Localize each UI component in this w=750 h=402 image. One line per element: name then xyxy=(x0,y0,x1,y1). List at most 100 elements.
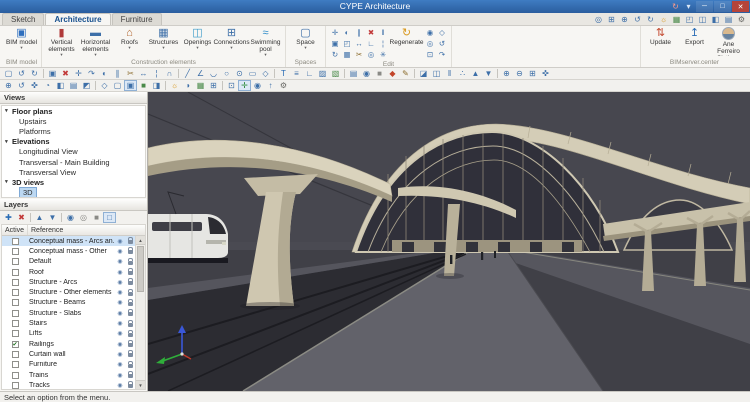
top-view-icon[interactable]: ▤ xyxy=(67,80,80,91)
tree-item-3d-views[interactable]: ▾3D views xyxy=(2,177,145,187)
distribute-icon[interactable]: ∴ xyxy=(456,68,469,79)
layer-visibility-icon[interactable]: ◉ xyxy=(115,351,125,358)
axes-icon[interactable]: ✛ xyxy=(238,80,251,91)
layer-row[interactable]: ✔Railings◉ xyxy=(2,339,135,349)
layer-active-checkbox[interactable] xyxy=(12,269,19,276)
zoom-extents-view-icon[interactable]: ⊕ xyxy=(2,80,15,91)
zoom-region-icon[interactable]: ⊞ xyxy=(526,68,539,79)
rectangle-icon[interactable]: ▭ xyxy=(246,68,259,79)
layer-active-checkbox[interactable] xyxy=(12,238,19,245)
layer-visibility-icon[interactable]: ◉ xyxy=(115,279,125,286)
pan-icon[interactable]: ✜ xyxy=(539,68,552,79)
tree-item-transversal-view[interactable]: Transversal View xyxy=(2,167,145,177)
walkthrough-icon[interactable]: ↑ xyxy=(264,80,277,91)
line-icon[interactable]: ╱ xyxy=(181,68,194,79)
layer-lock-icon[interactable] xyxy=(125,372,135,378)
layer-row[interactable]: Furniture◉ xyxy=(2,360,135,370)
full-screen-icon[interactable]: ⊡ xyxy=(225,80,238,91)
front-view-icon[interactable]: ◧ xyxy=(54,80,67,91)
tab-furniture[interactable]: Furniture xyxy=(112,13,162,25)
hatch-icon[interactable]: ▨ xyxy=(316,68,329,79)
unlock-all-layers-icon[interactable]: □ xyxy=(103,212,116,223)
tab-architecture[interactable]: Architecture xyxy=(45,13,110,25)
layer-active-checkbox[interactable] xyxy=(12,258,19,265)
undo-icon[interactable]: ↺ xyxy=(15,68,28,79)
redraw-icon[interactable]: ↻ xyxy=(644,14,657,25)
layer-visibility-icon[interactable]: ◉ xyxy=(115,330,125,337)
layer-lock-icon[interactable] xyxy=(125,238,135,244)
measure-distance-icon[interactable]: ∟ xyxy=(303,68,316,79)
tree-item-transversal-main-building[interactable]: Transversal - Main Building xyxy=(2,157,145,167)
layer-visibility-icon[interactable]: ◉ xyxy=(115,238,125,245)
settings-icon[interactable]: ⚙ xyxy=(735,14,748,25)
layer-visibility-icon[interactable]: ◉ xyxy=(115,248,125,255)
array-icon[interactable]: ▦ xyxy=(341,49,353,60)
undo-zone-icon[interactable]: ↺ xyxy=(436,38,448,49)
camera-icon[interactable]: ◉ xyxy=(251,80,264,91)
layer-active-checkbox[interactable] xyxy=(12,279,19,286)
lock-icon[interactable]: ■ xyxy=(373,68,386,79)
erase-icon[interactable]: ✖ xyxy=(365,27,377,38)
layer-active-checkbox[interactable] xyxy=(12,330,19,337)
layer-lock-icon[interactable] xyxy=(125,248,135,254)
realistic-mode-icon[interactable]: ■ xyxy=(137,80,150,91)
layer-active-checkbox[interactable] xyxy=(12,248,19,255)
layer-lock-icon[interactable] xyxy=(125,300,135,306)
layer-visibility-icon[interactable]: ◉ xyxy=(115,258,125,265)
layer-row[interactable]: Curtain wall◉ xyxy=(2,349,135,359)
bimserver-sync-icon[interactable]: ↻ xyxy=(669,1,682,12)
layer-row[interactable]: Stairs◉ xyxy=(2,318,135,328)
hide-all-layers-icon[interactable]: ◎ xyxy=(77,212,90,223)
lock-all-layers-icon[interactable]: ■ xyxy=(90,212,103,223)
named-views-icon[interactable]: ◫ xyxy=(696,14,709,25)
align-icon[interactable]: ‖ xyxy=(377,27,389,38)
isometric-view-icon[interactable]: ◩ xyxy=(80,80,93,91)
layer-row[interactable]: Structure - Other elements◉ xyxy=(2,287,135,297)
layer-active-checkbox[interactable] xyxy=(12,361,19,368)
export-button[interactable]: ↥Export xyxy=(678,27,711,46)
tree-item-platforms[interactable]: Platforms xyxy=(2,126,145,136)
layers-scrollbar[interactable]: ▲ ▼ xyxy=(135,236,145,389)
polygon-icon[interactable]: ◇ xyxy=(259,68,272,79)
close-button[interactable]: ✕ xyxy=(732,1,749,12)
split-icon[interactable]: ¦ xyxy=(150,68,163,79)
layer-row[interactable]: Default◉ xyxy=(2,257,135,267)
scale-icon[interactable]: ◰ xyxy=(341,38,353,49)
layers-icon[interactable]: ▤ xyxy=(347,68,360,79)
visibility-icon[interactable]: ◉ xyxy=(360,68,373,79)
layer-row[interactable]: Conceptual mass - Other◉ xyxy=(2,246,135,256)
layer-visibility-icon[interactable]: ◉ xyxy=(115,382,125,389)
group-icon[interactable]: ◪ xyxy=(417,68,430,79)
layer-lock-icon[interactable] xyxy=(125,279,135,285)
add-layer-icon[interactable]: ✚ xyxy=(2,212,15,223)
grid-snap-icon[interactable]: ▤ xyxy=(722,14,735,25)
layer-lock-icon[interactable] xyxy=(125,351,135,357)
layer-row[interactable]: Lifts◉ xyxy=(2,329,135,339)
view-settings-icon[interactable]: ⚙ xyxy=(277,80,290,91)
layer-visibility-icon[interactable]: ◉ xyxy=(115,299,125,306)
layer-row[interactable]: Trains◉ xyxy=(2,370,135,380)
tab-sketch[interactable]: Sketch xyxy=(2,13,44,25)
layer-row[interactable]: Roof◉ xyxy=(2,267,135,277)
offset-icon[interactable]: ∥ xyxy=(353,27,365,38)
space-button[interactable]: ▢Space▾ xyxy=(289,27,322,50)
textures-icon[interactable]: ▦ xyxy=(670,14,683,25)
scrollbar-thumb[interactable] xyxy=(137,246,144,292)
column-header-reference[interactable]: Reference xyxy=(28,225,145,235)
horizontal-elements-button[interactable]: ▬Horizontal elements▾ xyxy=(79,27,112,57)
layer-active-checkbox[interactable] xyxy=(12,351,19,358)
sun-light-icon[interactable]: ☼ xyxy=(168,80,181,91)
layer-row[interactable]: Conceptual mass - Arcs an...◉ xyxy=(2,236,135,246)
layer-active-checkbox[interactable] xyxy=(12,372,19,379)
snap-icon[interactable]: ◎ xyxy=(365,49,377,60)
vertical-elements-button[interactable]: ▮Vertical elements▾ xyxy=(45,27,78,57)
zoom-in-icon[interactable]: ⊕ xyxy=(500,68,513,79)
colors-icon[interactable]: ◆ xyxy=(386,68,399,79)
scroll-down-icon[interactable]: ▼ xyxy=(136,380,145,389)
tree-item-upstairs[interactable]: Upstairs xyxy=(2,116,145,126)
shadows-icon[interactable]: ◑ xyxy=(181,80,194,91)
align-objects-icon[interactable]: ‖ xyxy=(443,68,456,79)
ellipse-icon[interactable]: ⊙ xyxy=(233,68,246,79)
refresh-view-icon[interactable]: ↷ xyxy=(436,49,448,60)
search-icon[interactable]: ◎ xyxy=(592,14,605,25)
